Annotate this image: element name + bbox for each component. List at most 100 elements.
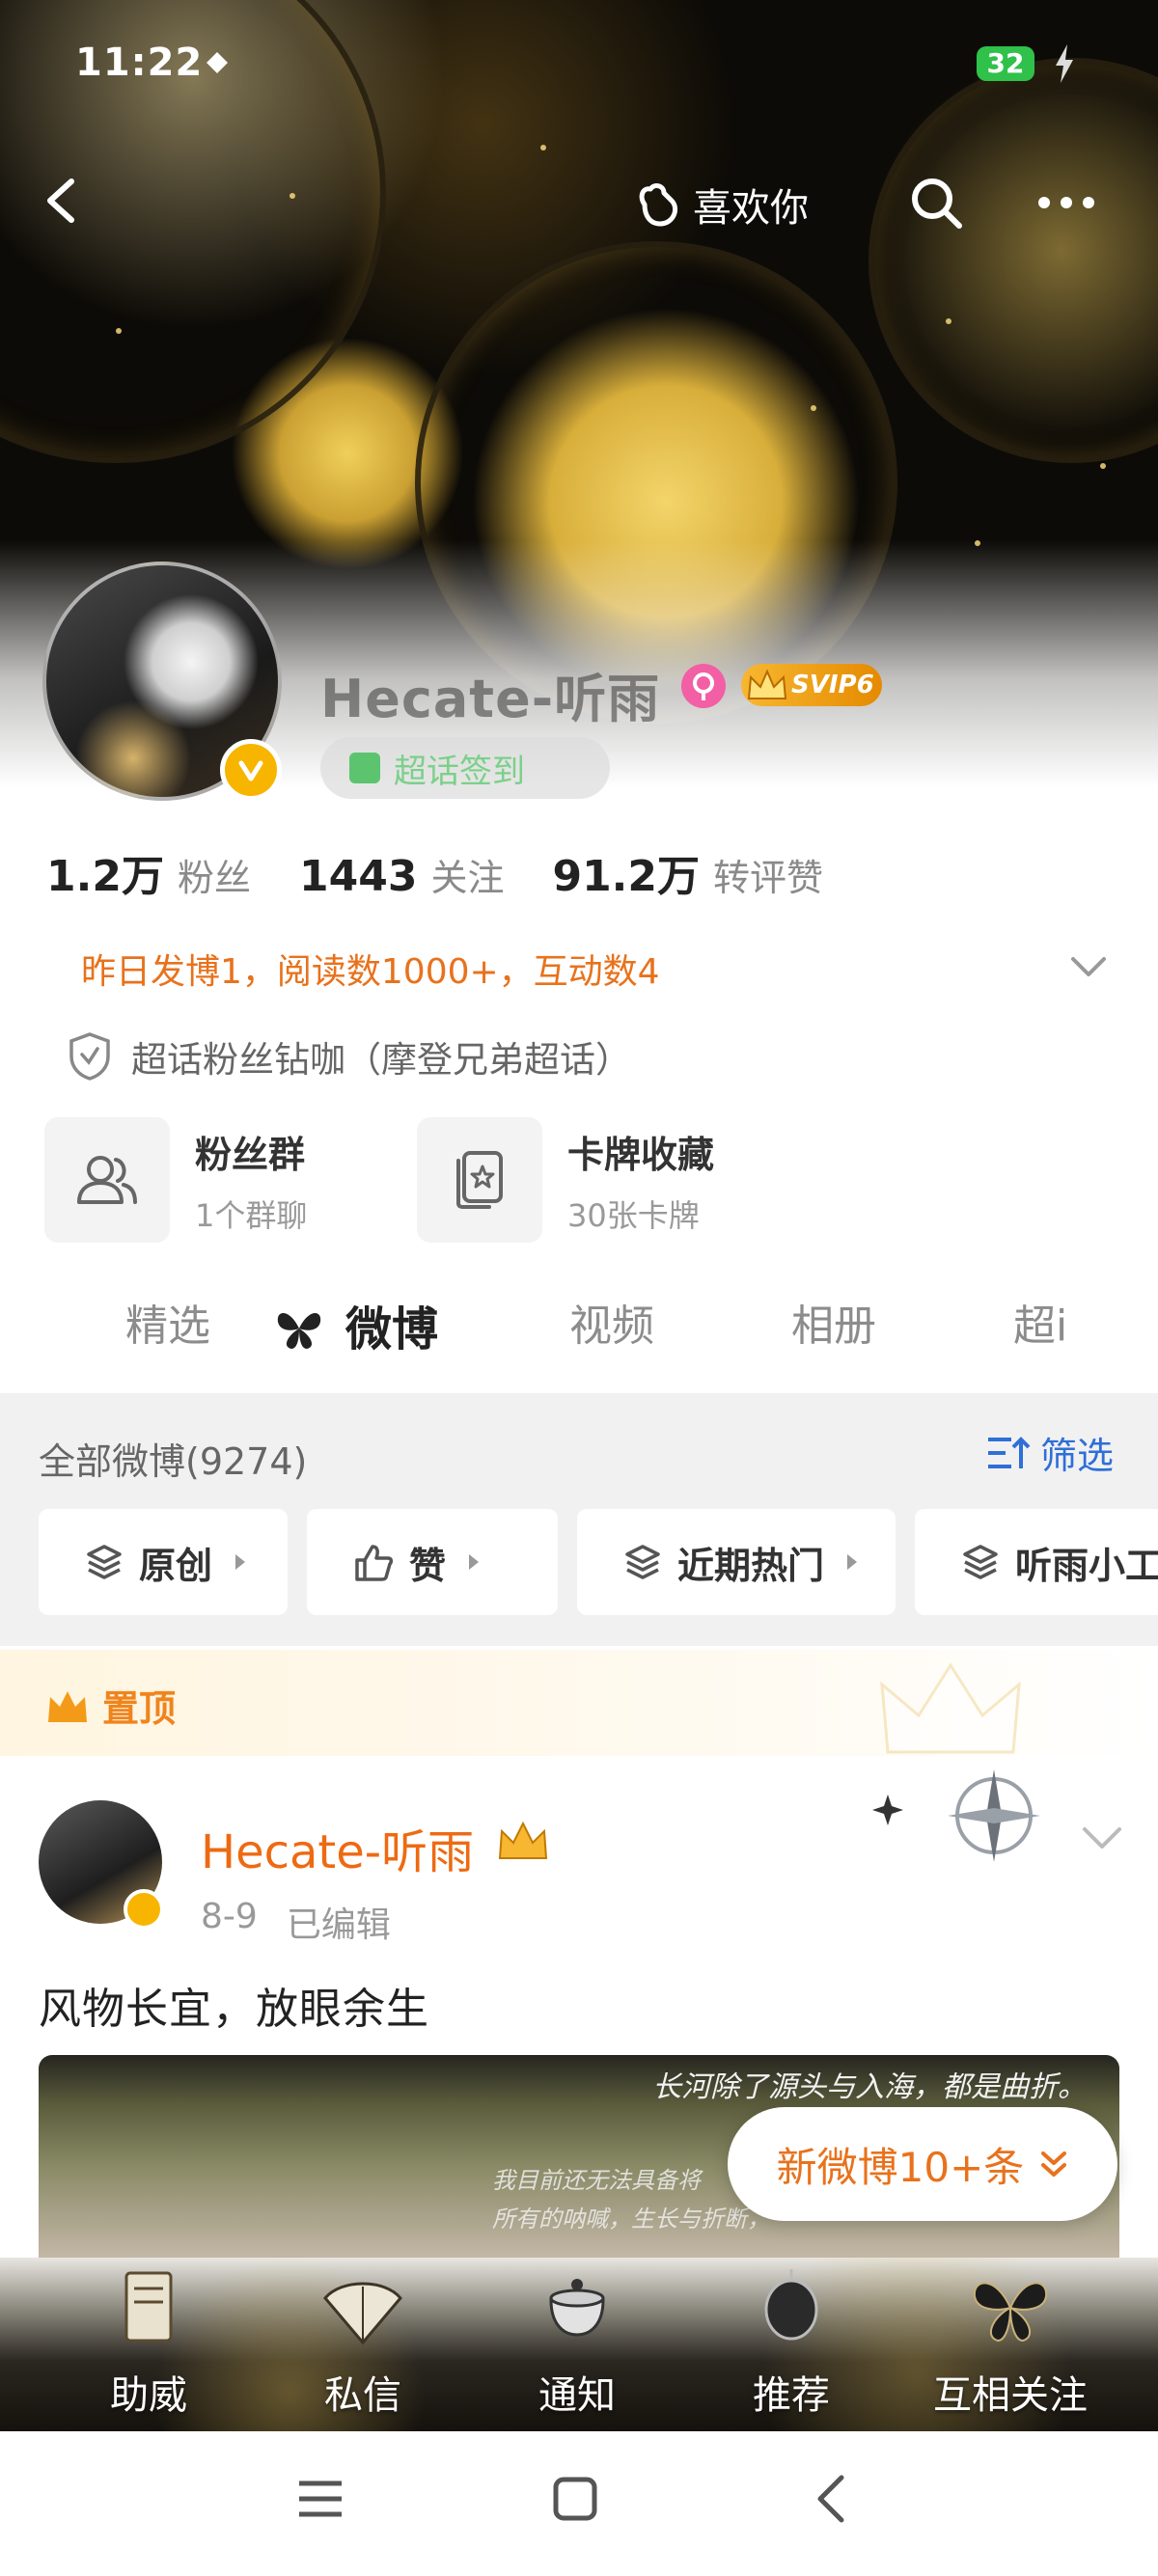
menu-icon[interactable] [291, 2470, 349, 2528]
thumbs-up-icon [355, 1545, 394, 1581]
lantern-icon [764, 2269, 818, 2341]
activity-summary[interactable]: 昨日发博1，阅读数1000+，互动数4 [81, 944, 660, 994]
post-edited: 已编辑 [286, 1905, 391, 1945]
pinned-label: 置顶 [44, 1679, 176, 1732]
feature-subtitle: 1个群聊 [195, 1196, 308, 1234]
butterfly-icon [973, 2282, 1048, 2343]
charging-icon [1056, 44, 1073, 83]
feature-subtitle: 30张卡牌 [567, 1196, 700, 1234]
vip-crown-icon [498, 1821, 548, 1859]
chip-liked[interactable]: 赞 [307, 1509, 558, 1615]
fan-icon [323, 2282, 402, 2345]
tab-video[interactable]: 视频 [569, 1291, 654, 1353]
filter-label: 筛选 [1040, 1435, 1115, 1477]
chip-original[interactable]: 原创 [39, 1509, 288, 1615]
sort-icon [988, 1436, 1031, 1468]
back-nav-icon[interactable] [805, 2470, 863, 2528]
home-icon[interactable] [546, 2470, 604, 2528]
chip-label: 听雨小工 [1015, 1544, 1158, 1587]
stat-followers[interactable]: 1.2万 粉丝 [46, 841, 251, 903]
dock-cheer[interactable]: 助威 [62, 2265, 235, 2420]
post-image-caption: 长河除了源头与入海，都是曲折。 [652, 2070, 1087, 2104]
post-meta: 8-9 已编辑 [201, 1897, 391, 1947]
checkin-label: 超话签到 [394, 752, 525, 791]
filter-button[interactable]: 筛选 [986, 1426, 1114, 1479]
svip-level: SVIP6 [791, 671, 874, 699]
dock-label: 通知 [538, 2373, 616, 2418]
stat-label: 粉丝 [177, 857, 251, 899]
chevron-down-icon[interactable] [1067, 949, 1110, 984]
post-image-caption: 我目前还无法具备将 [492, 2167, 701, 2194]
dock-recommend[interactable]: 推荐 [704, 2265, 878, 2420]
svip-badge[interactable]: SVIP6 [741, 664, 882, 706]
chevron-down-icon[interactable] [1079, 1820, 1125, 1854]
fan-group-card[interactable]: 粉丝群 1个群聊 [44, 1117, 307, 1243]
card-collection-card[interactable]: 卡牌收藏 30张卡牌 [417, 1117, 714, 1243]
teacup-icon [549, 2279, 605, 2337]
people-icon [44, 1117, 170, 1243]
layers-icon [625, 1545, 660, 1579]
feature-title: 粉丝群 [195, 1133, 306, 1176]
stat-number: 1443 [298, 852, 418, 901]
tab-album[interactable]: 相册 [791, 1291, 876, 1353]
crown-icon [48, 1690, 87, 1722]
tab-weibo[interactable]: 微博 [345, 1291, 438, 1358]
like-you-label: 喜欢你 [693, 186, 809, 231]
all-posts-count: 全部微博(9274) [39, 1440, 308, 1483]
checkin-icon [349, 753, 380, 783]
super-topic-checkin-button[interactable]: 超话签到 [320, 737, 610, 799]
heart-hand-icon [639, 183, 677, 227]
dock-label: 推荐 [753, 2373, 830, 2418]
more-options-button[interactable] [1033, 174, 1100, 232]
caret-right-icon [235, 1554, 246, 1570]
stat-number: 1.2万 [46, 852, 164, 901]
dock-mutual-follow[interactable]: 互相关注 [919, 2265, 1102, 2420]
compass-decoration-icon [872, 1769, 1040, 1862]
card-icon [417, 1117, 542, 1243]
feature-title: 卡牌收藏 [567, 1133, 715, 1176]
chip-label: 原创 [139, 1544, 213, 1587]
chip-label: 近期热门 [677, 1544, 825, 1587]
double-chevron-down-icon [1041, 2151, 1067, 2177]
stat-following[interactable]: 1443 关注 [299, 848, 504, 901]
profile-username: Hecate-听雨 [320, 669, 661, 729]
chip-recent-hot[interactable]: 近期热门 [577, 1509, 896, 1615]
fan-title-label: 超话粉丝钻咖（摩登兄弟超话） [131, 1039, 631, 1081]
caret-right-icon [469, 1554, 480, 1570]
scroll-icon [124, 2271, 173, 2343]
stat-interactions[interactable]: 91.2万 转评赞 [552, 841, 823, 903]
verified-badge [220, 739, 282, 801]
new-posts-button[interactable]: 新微博10+条 [728, 2107, 1117, 2221]
tab-featured[interactable]: 精选 [125, 1291, 210, 1353]
caret-right-icon [847, 1554, 858, 1570]
dock-label: 私信 [324, 2373, 401, 2418]
shield-icon [69, 1032, 110, 1081]
dock-label: 助威 [110, 2373, 187, 2418]
pinned-text: 置顶 [102, 1687, 177, 1730]
layers-icon [963, 1545, 998, 1579]
post-author-name[interactable]: Hecate-听雨 [201, 1814, 474, 1881]
female-gender-icon [681, 664, 726, 708]
verified-badge [124, 1889, 164, 1930]
butterfly-icon [277, 1313, 321, 1349]
dock-notifications[interactable]: 通知 [490, 2265, 664, 2420]
stat-number: 91.2万 [552, 852, 701, 901]
navigation-arrow-icon [207, 52, 228, 73]
new-posts-label: 新微博10+条 [776, 2143, 1025, 2191]
chip-custom-group[interactable]: 听雨小工 [915, 1509, 1158, 1615]
battery-indicator: 32 [977, 46, 1034, 81]
dock-label: 互相关注 [933, 2373, 1088, 2418]
search-button[interactable] [907, 174, 965, 232]
tab-super-topic[interactable]: 超i [1013, 1291, 1067, 1353]
dock-messages[interactable]: 私信 [276, 2265, 450, 2420]
fan-title[interactable]: 超话粉丝钻咖（摩登兄弟超话） [68, 1030, 631, 1082]
post-date: 8-9 [201, 1897, 258, 1936]
like-you-button[interactable]: 喜欢你 [635, 174, 809, 235]
post-image-caption: 所有的呐喊，生长与折断， [492, 2206, 770, 2233]
back-button[interactable] [37, 174, 91, 228]
chip-label: 赞 [409, 1544, 447, 1587]
stat-label: 转评赞 [713, 857, 824, 899]
profile-tabs: 精选 微博 视频 相册 超i [0, 1283, 1158, 1389]
crown-decoration-icon [880, 1662, 1021, 1754]
layers-icon [87, 1545, 122, 1579]
